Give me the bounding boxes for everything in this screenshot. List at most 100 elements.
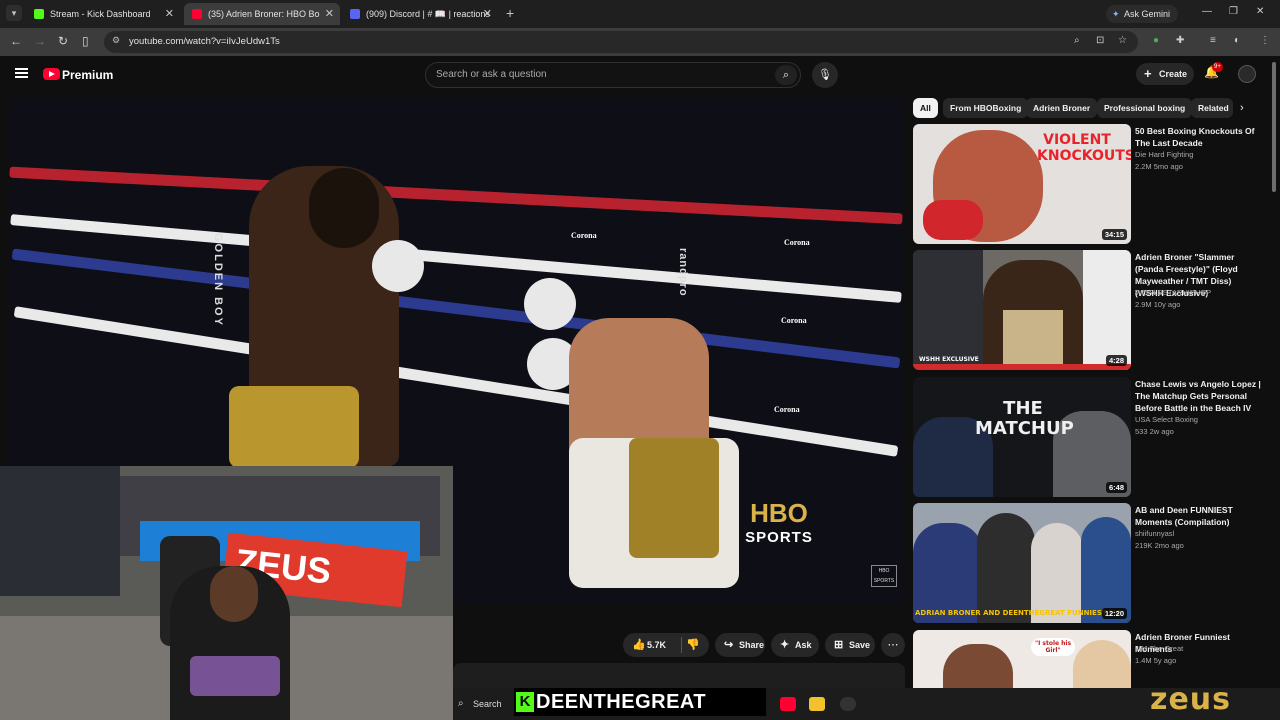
chevron-right-icon[interactable]: › bbox=[1240, 102, 1244, 114]
scrollbar[interactable] bbox=[1272, 62, 1276, 192]
youtube-brand[interactable]: Premium bbox=[62, 68, 113, 82]
fighter-left-head bbox=[309, 168, 379, 248]
bookmark-star-icon[interactable]: ☆ bbox=[1118, 35, 1127, 46]
channel-name[interactable]: shiifunnyasl bbox=[1135, 529, 1174, 538]
like-count[interactable]: 5.7K bbox=[647, 633, 666, 657]
recommendation-item[interactable]: WSHH EXCLUSIVE 4:28 Adrien Broner "Slamm… bbox=[913, 250, 1263, 370]
thumb-text: WSHH EXCLUSIVE bbox=[919, 356, 979, 363]
divider bbox=[681, 637, 682, 653]
more-actions-icon[interactable]: ⋯ bbox=[881, 633, 905, 657]
description-box[interactable] bbox=[453, 663, 905, 688]
fighter-left-trunks bbox=[229, 386, 359, 468]
youtube-logo-icon[interactable] bbox=[43, 68, 60, 80]
sidepanel-icon[interactable]: ▯ bbox=[82, 34, 89, 48]
menu-icon[interactable] bbox=[15, 68, 28, 78]
zeus-sponsor-logo: zeus bbox=[1150, 682, 1232, 717]
channel-name[interactable]: JPJ The Great bbox=[1135, 644, 1183, 653]
address-bar[interactable]: ⚙ youtube.com/watch?v=iIvJeUdw1Ts ⌕ ⊡ ☆ bbox=[104, 31, 1138, 53]
microphone-icon[interactable]: 🎙 bbox=[812, 62, 838, 88]
address-toolbar: ← → ↻ ▯ ⚙ youtube.com/watch?v=iIvJeUdw1T… bbox=[0, 28, 1280, 56]
streamer-name: DEENTHEGREAT bbox=[536, 691, 707, 713]
video-thumbnail[interactable]: "I stole his Girl" bbox=[913, 630, 1131, 688]
channel-name[interactable]: WORLDSTARHIPHOP bbox=[1135, 288, 1211, 297]
thumb-car-interior bbox=[913, 250, 983, 370]
extension-icon[interactable]: ● bbox=[1153, 35, 1159, 46]
chip-professional-boxing[interactable]: Professional boxing bbox=[1097, 98, 1193, 118]
search-box[interactable]: Search or ask a question ⌕ bbox=[425, 62, 801, 88]
video-thumbnail[interactable]: VIOLENT KNOCKOUTS 34:15 bbox=[913, 124, 1131, 244]
video-thumbnail[interactable]: ADRIAN BRONER AND DEENTHEGREAT FUNNIEST … bbox=[913, 503, 1131, 623]
reading-list-icon[interactable]: ≡ bbox=[1210, 35, 1216, 46]
puzzle-icon[interactable]: ✚ bbox=[1176, 35, 1184, 46]
video-thumbnail[interactable]: WSHH EXCLUSIVE 4:28 bbox=[913, 250, 1131, 370]
reload-icon[interactable]: ↻ bbox=[58, 34, 68, 48]
zoom-icon[interactable]: ⌕ bbox=[1074, 35, 1080, 46]
recommendation-item[interactable]: THE MATCHUP 6:48 Chase Lewis vs Angelo L… bbox=[913, 377, 1263, 497]
url-text: youtube.com/watch?v=iIvJeUdw1Ts bbox=[129, 36, 280, 47]
like-dislike-group: 👍 5.7K 👎 bbox=[623, 633, 709, 657]
share-button[interactable]: ↪ Share bbox=[715, 633, 765, 657]
site-info-icon[interactable]: ⚙ bbox=[112, 35, 120, 46]
plus-icon: + bbox=[1144, 66, 1152, 81]
close-icon[interactable]: ✕ bbox=[325, 3, 334, 25]
avatar[interactable] bbox=[1238, 65, 1256, 83]
thumb-person bbox=[977, 513, 1035, 623]
save-button[interactable]: ⊞ Save bbox=[825, 633, 875, 657]
video-title[interactable]: Chase Lewis vs Angelo Lopez | The Matchu… bbox=[1135, 378, 1261, 414]
close-icon[interactable]: ✕ bbox=[165, 3, 174, 25]
thumb-text: ADRIAN BRONER AND DEENTHEGREAT FUNNIEST … bbox=[915, 609, 1122, 617]
search-icon[interactable]: ⌕ bbox=[775, 65, 797, 85]
ask-label: Ask bbox=[795, 640, 812, 650]
youtube-taskbar-icon[interactable] bbox=[780, 697, 796, 711]
dislike-icon[interactable]: 👎 bbox=[686, 633, 700, 657]
chip-adrien-broner[interactable]: Adrien Broner bbox=[1026, 98, 1098, 118]
like-icon[interactable]: 👍 bbox=[632, 633, 646, 657]
thumb-text: THE MATCHUP bbox=[975, 398, 1074, 439]
close-icon[interactable]: ✕ bbox=[483, 3, 492, 25]
video-duration: 6:48 bbox=[1105, 482, 1127, 493]
new-tab-button[interactable]: + bbox=[506, 5, 514, 21]
ask-gemini-button[interactable]: ✦ Ask Gemini bbox=[1106, 5, 1179, 23]
tab-youtube[interactable]: (35) Adrien Broner: HBO Bo ✕ bbox=[184, 3, 340, 25]
folder-taskbar-icon[interactable] bbox=[809, 697, 825, 711]
video-title[interactable]: AB and Deen FUNNIEST Moments (Compilatio… bbox=[1135, 504, 1261, 528]
profile-icon[interactable]: ◐ bbox=[1234, 35, 1240, 46]
save-label: Save bbox=[849, 640, 871, 650]
close-window-icon[interactable]: ✕ bbox=[1256, 6, 1264, 17]
gemini-icon: ✦ bbox=[1112, 9, 1120, 19]
channel-name[interactable]: USA Select Boxing bbox=[1135, 415, 1198, 424]
chip-all[interactable]: All bbox=[913, 98, 938, 118]
minimize-icon[interactable]: — bbox=[1202, 6, 1212, 17]
tab-kick-dashboard[interactable]: Stream - Kick Dashboard ✕ bbox=[26, 3, 180, 25]
taskbar-search[interactable]: ⌕ Search bbox=[453, 688, 513, 720]
tab-search-dropdown[interactable]: ▾ bbox=[6, 5, 22, 21]
tab-discord[interactable]: (909) Discord | # 📖 | reactions ✕ bbox=[342, 3, 498, 25]
install-icon[interactable]: ⊡ bbox=[1096, 35, 1104, 46]
related-chips: All From HBOBoxing Adrien Broner Profess… bbox=[913, 98, 1258, 118]
recommendation-item[interactable]: "I stole his Girl" Adrien Broner Funnies… bbox=[913, 630, 1263, 688]
webcam-overlay: ZEUS bbox=[0, 466, 453, 720]
hbo-logo-top: HBO bbox=[750, 498, 808, 528]
forward-icon[interactable]: → bbox=[34, 34, 46, 48]
share-label: Share bbox=[739, 640, 765, 650]
ask-button[interactable]: ✦ Ask bbox=[771, 633, 819, 657]
menu-dots-icon[interactable]: ⋮ bbox=[1260, 35, 1270, 46]
video-thumbnail[interactable]: THE MATCHUP 6:48 bbox=[913, 377, 1131, 497]
channel-name[interactable]: Die Hard Fighting bbox=[1135, 150, 1193, 159]
recommendation-item[interactable]: ADRIAN BRONER AND DEENTHEGREAT FUNNIEST … bbox=[913, 503, 1263, 623]
fighter-right-trunks bbox=[569, 438, 739, 588]
thumb-person bbox=[913, 523, 983, 623]
chip-from-hboboxing[interactable]: From HBOBoxing bbox=[943, 98, 1029, 118]
create-label: Create bbox=[1159, 69, 1188, 79]
video-title[interactable]: 50 Best Boxing Knockouts Of The Last Dec… bbox=[1135, 125, 1261, 149]
recommendation-item[interactable]: VIOLENT KNOCKOUTS 34:15 50 Best Boxing K… bbox=[913, 124, 1263, 244]
chip-related[interactable]: Related bbox=[1191, 98, 1233, 118]
discord-icon bbox=[350, 9, 360, 19]
search-input[interactable]: Search or ask a question bbox=[436, 69, 547, 80]
create-button[interactable]: + Create bbox=[1136, 63, 1194, 85]
streamer-head bbox=[210, 566, 258, 622]
obs-taskbar-icon[interactable] bbox=[840, 697, 856, 711]
kick-logo-icon: K bbox=[516, 692, 534, 712]
maximize-icon[interactable]: ❐ bbox=[1229, 6, 1238, 17]
back-icon[interactable]: ← bbox=[10, 34, 22, 48]
